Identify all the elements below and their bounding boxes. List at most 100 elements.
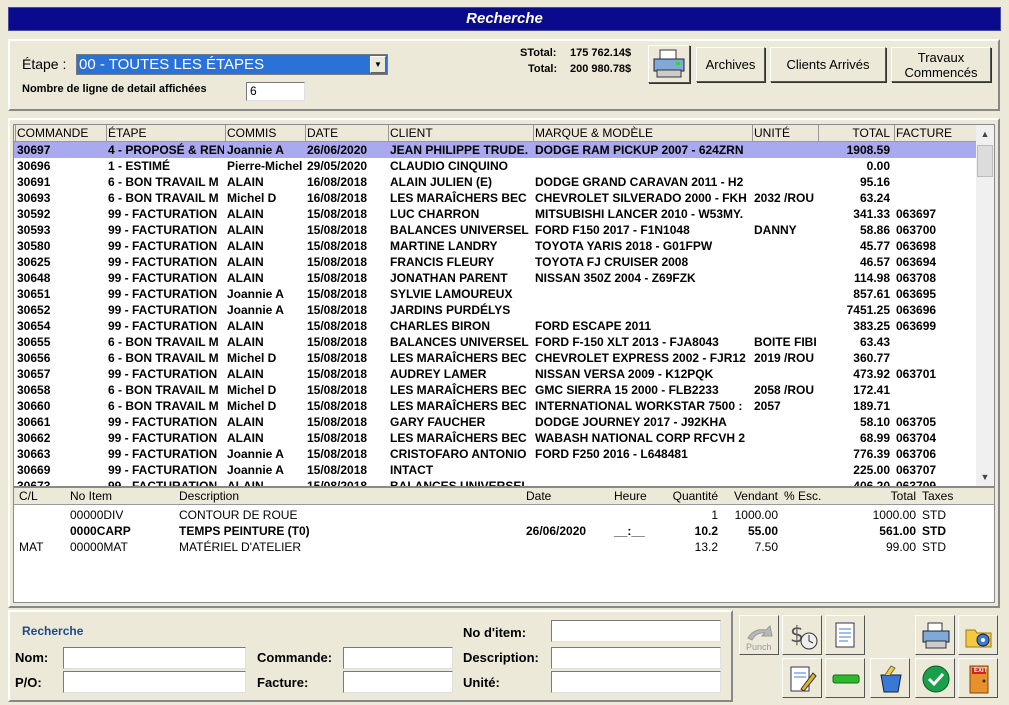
edit-button[interactable]	[782, 658, 822, 698]
description-input[interactable]	[551, 647, 721, 669]
column-separator[interactable]	[752, 125, 753, 141]
scroll-up-icon[interactable]: ▲	[977, 126, 993, 142]
column-separator[interactable]	[818, 125, 819, 141]
table-row[interactable]: 30663 99 - FACTURATION Joannie A 15/08/2018…	[14, 446, 976, 462]
travaux-commences-button[interactable]: Travaux Commencés	[891, 47, 991, 82]
cell-etape: 99 - FACTURATION	[108, 479, 218, 487]
table-row[interactable]: 30580 99 - FACTURATION ALAIN 15/08/2018 MART…	[14, 238, 976, 254]
nom-input[interactable]	[63, 647, 246, 669]
print-tool-button[interactable]	[915, 615, 955, 655]
table-row[interactable]: 30656 6 - BON TRAVAIL M Michel D 15/08/2018…	[14, 350, 976, 366]
cell-commis: ALAIN	[227, 367, 264, 381]
table-row[interactable]: 30691 6 - BON TRAVAIL M ALAIN 16/08/2018 ALA…	[14, 174, 976, 190]
table-row[interactable]: 30654 99 - FACTURATION ALAIN 15/08/2018 CHAR…	[14, 318, 976, 334]
column-separator[interactable]	[388, 125, 389, 141]
cell-commis: Michel D	[227, 351, 277, 365]
table-row[interactable]: 30592 99 - FACTURATION ALAIN 15/08/2018 LUC …	[14, 206, 976, 222]
column-header-client[interactable]: CLIENT	[390, 126, 433, 140]
orders-grid[interactable]: COMMANDE ÉTAPE COMMIS DATE CLIENT MARQUE & MO…	[13, 124, 995, 487]
commande-input[interactable]	[343, 647, 453, 669]
detail-grid[interactable]: C/L No Item Description Date Heure Quantité Ve…	[13, 487, 995, 603]
unite-input[interactable]	[551, 671, 721, 693]
table-row[interactable]: 30696 1 - ESTIMÉ Pierre-Michel 29/05/2020 CL…	[14, 158, 976, 174]
table-row[interactable]: 30669 99 - FACTURATION Joannie A 15/08/2018…	[14, 462, 976, 478]
column-header-marque[interactable]: MARQUE & MODÈLE	[535, 126, 653, 140]
cell-commis: ALAIN	[227, 415, 264, 429]
column-header-etape[interactable]: ÉTAPE	[108, 126, 146, 140]
table-row[interactable]: 30673 99 - FACTURATION ALAIN 15/08/2018 BALA…	[14, 478, 976, 487]
table-row[interactable]: 30693 6 - BON TRAVAIL M Michel D 16/08/2018…	[14, 190, 976, 206]
detail-row[interactable]: 0000CARP TEMPS PEINTURE (T0) 26/06/2020 __:…	[14, 523, 994, 539]
cell-marque: WABASH NATIONAL CORP RFCVH 2	[535, 431, 746, 445]
detail-header-cl[interactable]: C/L	[19, 489, 38, 503]
detail-header-heure[interactable]: Heure	[614, 489, 647, 503]
clean-button[interactable]	[870, 658, 910, 698]
scroll-thumb[interactable]	[977, 145, 993, 177]
table-row[interactable]: 30648 99 - FACTURATION ALAIN 15/08/2018 JONA…	[14, 270, 976, 286]
column-header-commis[interactable]: COMMIS	[227, 126, 276, 140]
cell-marque: CHEVROLET EXPRESS 2002 - FJR12	[535, 351, 746, 365]
cell-commande: 30661	[17, 415, 51, 429]
table-row[interactable]: 30655 6 - BON TRAVAIL M ALAIN 15/08/2018 BAL…	[14, 334, 976, 350]
scroll-down-icon[interactable]: ▼	[977, 469, 993, 485]
cell-facture: 063694	[896, 255, 937, 269]
detail-header-date[interactable]: Date	[526, 489, 551, 503]
exit-button[interactable]: EXIT	[958, 658, 998, 698]
table-row[interactable]: 30660 6 - BON TRAVAIL M Michel D 15/08/2018…	[14, 398, 976, 414]
etape-select[interactable]: 00 - TOUTES LES ÉTAPES ▼	[76, 54, 388, 75]
cell-client: CLAUDIO CINQUINO	[390, 159, 508, 173]
clients-arrives-button[interactable]: Clients Arrivés	[770, 47, 886, 82]
cell-commande: 30669	[17, 463, 51, 477]
money-clock-icon: $	[790, 623, 818, 650]
column-separator[interactable]	[894, 125, 895, 141]
no-item-input[interactable]	[551, 620, 721, 642]
cell-date: 15/08/2018	[307, 223, 368, 237]
table-row[interactable]: 30625 99 - FACTURATION ALAIN 15/08/2018 FRAN…	[14, 254, 976, 270]
settings-button[interactable]	[958, 615, 998, 655]
table-row[interactable]: 30593 99 - FACTURATION ALAIN 15/08/2018 BALA…	[14, 222, 976, 238]
archives-button[interactable]: Archives	[696, 47, 765, 82]
cell-facture: 063708	[896, 271, 937, 285]
punch-button[interactable]: Punch	[739, 615, 779, 655]
detail-header-escompte[interactable]: % Esc.	[784, 489, 821, 503]
column-separator[interactable]	[305, 125, 306, 141]
cell-commis: ALAIN	[227, 223, 264, 237]
table-row[interactable]: 30658 6 - BON TRAVAIL M Michel D 15/08/2018…	[14, 382, 976, 398]
chevron-down-icon[interactable]: ▼	[370, 56, 386, 73]
column-header-facture[interactable]: FACTURE	[896, 126, 952, 140]
detail-header-quantite[interactable]: Quantité	[664, 489, 718, 503]
column-separator[interactable]	[533, 125, 534, 141]
detail-header-description[interactable]: Description	[179, 489, 239, 503]
column-header-unite[interactable]: UNITÉ	[754, 126, 790, 140]
column-separator[interactable]	[225, 125, 226, 141]
change-money-button[interactable]: $	[782, 615, 822, 655]
po-input[interactable]	[63, 671, 246, 693]
column-separator[interactable]	[15, 125, 16, 141]
lines-input[interactable]: 6	[246, 82, 305, 101]
table-row[interactable]: 30662 99 - FACTURATION ALAIN 15/08/2018 LES …	[14, 430, 976, 446]
table-row[interactable]: 30651 99 - FACTURATION Joannie A 15/08/2018…	[14, 286, 976, 302]
table-row[interactable]: 30657 99 - FACTURATION ALAIN 15/08/2018 AUDR…	[14, 366, 976, 382]
table-row[interactable]: 30697 4 - PROPOSÉ & REN Joannie A 26/06/202…	[14, 142, 976, 158]
table-row[interactable]: 30652 99 - FACTURATION Joannie A 15/08/2018…	[14, 302, 976, 318]
detail-row[interactable]: 00000DIV CONTOUR DE ROUE 1 1000.00 1000.00 ST…	[14, 507, 994, 523]
detail-header-no-item[interactable]: No Item	[70, 489, 112, 503]
validate-button[interactable]	[915, 658, 955, 698]
detail-header-vendant[interactable]: Vendant	[714, 489, 778, 503]
cell-etape: 99 - FACTURATION	[108, 207, 218, 221]
detail-cell-no-item: 0000CARP	[70, 524, 131, 538]
print-button[interactable]	[648, 45, 690, 83]
detail-header-taxes[interactable]: Taxes	[922, 489, 953, 503]
document-button[interactable]	[825, 615, 865, 655]
facture-input[interactable]	[343, 671, 453, 693]
detail-row[interactable]: MAT 00000MAT MATÉRIEL D'ATELIER 13.2 7.50 99.…	[14, 539, 994, 555]
column-header-total[interactable]: TOTAL	[820, 126, 890, 140]
detail-header-total[interactable]: Total	[834, 489, 916, 503]
table-row[interactable]: 30661 99 - FACTURATION ALAIN 15/08/2018 GARY…	[14, 414, 976, 430]
column-header-date[interactable]: DATE	[307, 126, 338, 140]
column-header-commande[interactable]: COMMANDE	[17, 126, 88, 140]
remove-button[interactable]	[825, 658, 865, 698]
column-separator[interactable]	[106, 125, 107, 141]
description-label: Description:	[463, 650, 539, 665]
grid-scrollbar[interactable]: ▲ ▼	[976, 125, 994, 486]
